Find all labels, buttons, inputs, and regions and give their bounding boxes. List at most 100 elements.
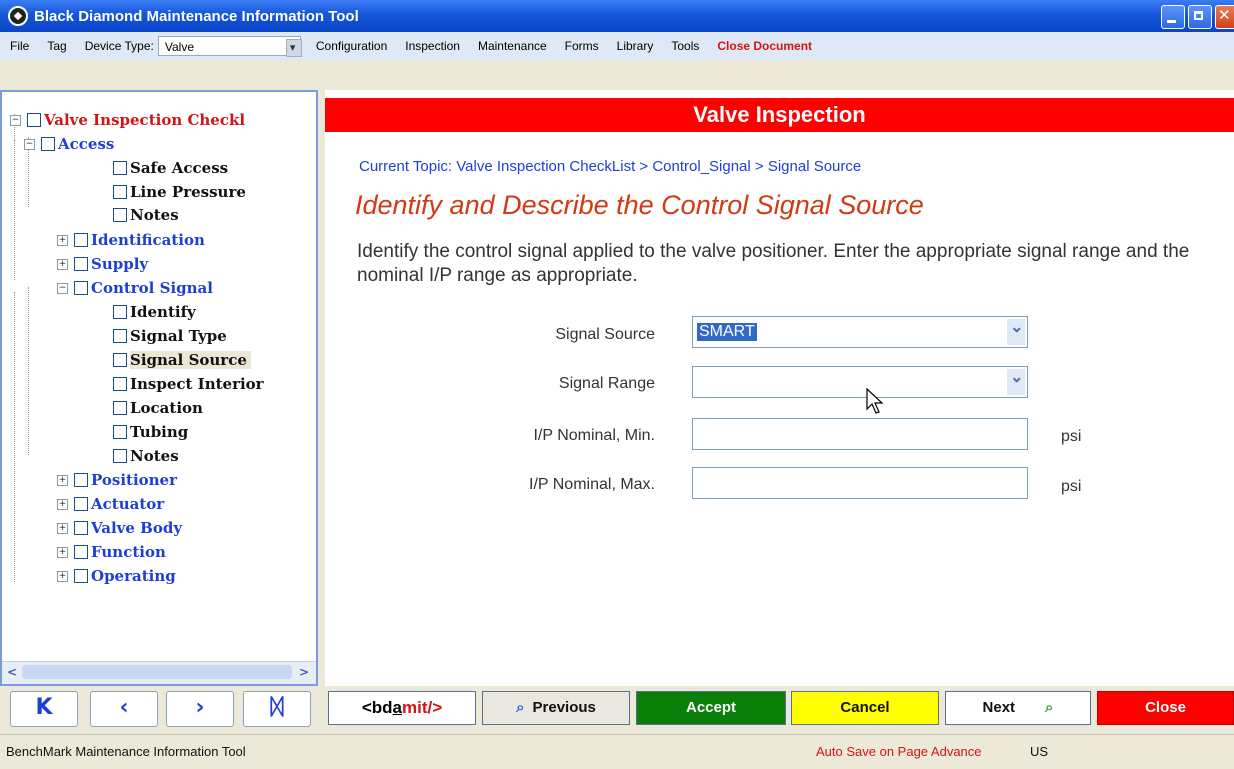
signal-range-select[interactable] (692, 366, 1028, 398)
previous-item-button[interactable]: ‹ (90, 691, 158, 727)
tree-checkbox[interactable] (113, 353, 127, 367)
scroll-right-icon[interactable]: > (296, 664, 312, 680)
tree-item-positioner[interactable]: + Positioner (57, 470, 177, 490)
magnifier-icon: ⌕ (516, 699, 525, 716)
last-page-button[interactable]: ᛞ (243, 691, 311, 727)
maximize-button[interactable] (1188, 5, 1212, 29)
scrollbar-thumb[interactable] (22, 665, 292, 679)
tree-checkbox[interactable] (74, 521, 88, 535)
expand-icon[interactable]: + (57, 234, 68, 246)
device-type-select[interactable]: Valve (157, 36, 302, 58)
action-bar: <bdamit/> ⌕ Previous Accept Cancel Next ⌕ … (325, 688, 1234, 732)
tree-checkbox[interactable] (74, 281, 88, 295)
tree-checkbox[interactable] (74, 257, 88, 271)
close-window-button[interactable] (1215, 5, 1234, 29)
page-header: Valve Inspection (325, 98, 1234, 132)
first-page-button[interactable]: K (10, 691, 78, 727)
menu-configuration[interactable]: Configuration (307, 39, 396, 53)
tree-item-identify[interactable]: Identify (113, 302, 196, 322)
mouse-cursor-icon (866, 387, 884, 414)
expand-icon[interactable]: + (57, 474, 68, 486)
collapse-icon[interactable]: − (10, 114, 21, 126)
tree-item-safe-access[interactable]: Safe Access (113, 158, 228, 178)
tree-item-function[interactable]: + Function (57, 542, 166, 562)
tree-checkbox[interactable] (74, 569, 88, 583)
tree-item-location[interactable]: Location (113, 398, 203, 418)
ip-max-input[interactable] (692, 467, 1028, 499)
menu-bar: File Tag Device Type: Valve Configuratio… (0, 32, 1234, 60)
tree-checkbox[interactable] (113, 185, 127, 199)
tree-item-line-pressure[interactable]: Line Pressure (113, 182, 246, 202)
tree-item-root[interactable]: − Valve Inspection Checkl (10, 110, 245, 130)
tree-item-identification[interactable]: + Identification (57, 230, 205, 250)
tree-checkbox[interactable] (74, 497, 88, 511)
tree-checkbox[interactable] (113, 425, 127, 439)
tree-checkbox[interactable] (74, 473, 88, 487)
expand-icon[interactable]: + (57, 498, 68, 510)
chevron-down-icon[interactable] (1007, 317, 1025, 345)
tree-checkbox[interactable] (113, 377, 127, 391)
ip-min-input[interactable] (692, 418, 1028, 450)
tree-item-actuator[interactable]: + Actuator (57, 494, 164, 514)
ip-min-unit: psi (1061, 428, 1082, 445)
tree-checkbox[interactable] (74, 233, 88, 247)
accept-button[interactable]: Accept (636, 691, 786, 725)
signal-source-label: Signal Source (555, 326, 655, 343)
signal-source-select[interactable]: SMART (692, 316, 1028, 348)
tree-checkbox[interactable] (113, 401, 127, 415)
menu-tag[interactable]: Tag (38, 39, 75, 53)
minimize-button[interactable] (1161, 5, 1185, 29)
menu-tools[interactable]: Tools (662, 39, 708, 53)
tree-item-notes[interactable]: Notes (113, 446, 179, 466)
next-item-button[interactable]: › (166, 691, 234, 727)
previous-button[interactable]: ⌕ Previous (482, 691, 630, 725)
page-title: Identify and Describe the Control Signal… (355, 190, 924, 220)
tree-item-tubing[interactable]: Tubing (113, 422, 188, 442)
cancel-button[interactable]: Cancel (791, 691, 939, 725)
close-button[interactable]: Close (1097, 691, 1234, 725)
device-type-value: Valve (164, 40, 194, 54)
collapse-icon[interactable]: − (57, 282, 68, 294)
collapse-icon[interactable]: − (24, 138, 35, 150)
expand-icon[interactable]: + (57, 522, 68, 534)
menu-close-document[interactable]: Close Document (708, 39, 821, 53)
next-button[interactable]: Next ⌕ (945, 691, 1091, 725)
tree-checkbox[interactable] (113, 208, 127, 222)
skip-last-icon: ᛞ (270, 695, 284, 720)
expand-icon[interactable]: + (57, 546, 68, 558)
tree-item-operating[interactable]: + Operating (57, 566, 176, 586)
menu-file[interactable]: File (0, 39, 38, 53)
tree-checkbox[interactable] (74, 545, 88, 559)
tree-item-signal-type[interactable]: Signal Type (113, 326, 227, 346)
app-logo-icon (8, 6, 28, 26)
tree-checkbox[interactable] (113, 449, 127, 463)
bdsubmit-button[interactable]: <bdamit/> (328, 691, 476, 725)
tree-item-access[interactable]: − Access (24, 134, 114, 154)
menu-maintenance[interactable]: Maintenance (469, 39, 556, 53)
ip-min-label: I/P Nominal, Min. (533, 427, 655, 444)
expand-icon[interactable]: + (57, 570, 68, 582)
tree-item-signal-source[interactable]: Signal Source (113, 350, 251, 370)
tree-checkbox[interactable] (41, 137, 55, 151)
menu-inspection[interactable]: Inspection (396, 39, 469, 53)
tree-item-control-signal[interactable]: − Control Signal (57, 278, 213, 298)
menu-library[interactable]: Library (608, 39, 663, 53)
chevron-right-icon: › (195, 695, 205, 720)
tree-item-notes[interactable]: Notes (113, 205, 179, 225)
tree-checkbox[interactable] (27, 113, 41, 127)
tree-item-supply[interactable]: + Supply (57, 254, 148, 274)
scroll-left-icon[interactable]: < (4, 664, 20, 680)
ip-max-unit: psi (1061, 478, 1082, 495)
menu-forms[interactable]: Forms (556, 39, 608, 53)
topic-tree: − Valve Inspection Checkl − Access Safe … (0, 90, 318, 686)
chevron-down-icon[interactable] (1007, 367, 1025, 395)
tree-item-valve-body[interactable]: + Valve Body (57, 518, 182, 538)
tree-checkbox[interactable] (113, 161, 127, 175)
status-auto-save: Auto Save on Page Advance (816, 744, 982, 759)
tree-checkbox[interactable] (113, 329, 127, 343)
expand-icon[interactable]: + (57, 258, 68, 270)
tree-checkbox[interactable] (113, 305, 127, 319)
chevron-down-icon[interactable] (285, 38, 302, 58)
tree-item-inspect-interior[interactable]: Inspect Interior (113, 374, 264, 394)
tree-horizontal-scrollbar[interactable]: < > (2, 661, 316, 684)
